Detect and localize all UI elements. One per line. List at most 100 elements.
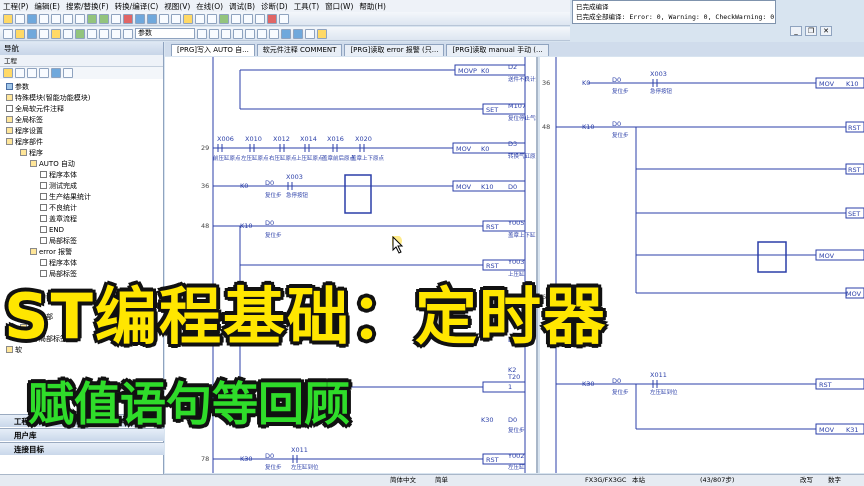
ladder-hline-icon[interactable] bbox=[257, 28, 267, 39]
ladder-editor-right[interactable]: 36 K0 D0 复位步 X003 急停按钮 MOV K10 48 K10 D0… bbox=[540, 57, 864, 473]
tree-item[interactable]: 程序 bbox=[20, 148, 43, 158]
read-plc-icon[interactable] bbox=[147, 13, 157, 24]
monitor-stop-icon[interactable] bbox=[171, 13, 181, 24]
tab-device-comment[interactable]: 软元件注释 COMMENT bbox=[256, 44, 343, 56]
output-line-1: 已完成编译 bbox=[576, 3, 609, 11]
nav-sort-icon[interactable] bbox=[39, 68, 49, 78]
ladder-op-icon[interactable] bbox=[317, 28, 327, 39]
menu-project[interactable]: 工程(P) bbox=[3, 1, 28, 12]
menu-online[interactable]: 在线(O) bbox=[196, 1, 223, 12]
list-view-icon[interactable] bbox=[63, 28, 73, 39]
tree-item[interactable]: error 报警 bbox=[30, 247, 72, 257]
cursor-icon[interactable] bbox=[3, 28, 13, 39]
menu-debug[interactable]: 调试(B) bbox=[229, 1, 255, 12]
menu-convert-compile[interactable]: 转换/编译(C) bbox=[115, 1, 159, 12]
coil-icon[interactable] bbox=[111, 28, 121, 39]
chevron-down-icon[interactable] bbox=[197, 28, 207, 39]
toolbar-main bbox=[0, 12, 570, 26]
menu-help[interactable]: 帮助(H) bbox=[359, 1, 386, 12]
step-36: 36 bbox=[201, 182, 209, 190]
line-icon[interactable] bbox=[123, 28, 133, 39]
tab-error-read[interactable]: [PRG]读取 error 报警 (只... bbox=[344, 44, 445, 56]
print-icon[interactable] bbox=[39, 13, 49, 24]
menu-diagnostics[interactable]: 诊断(D) bbox=[261, 1, 288, 12]
paste-icon[interactable] bbox=[75, 13, 85, 24]
label-icon[interactable] bbox=[51, 28, 61, 39]
view-select[interactable]: 参数 bbox=[135, 28, 195, 39]
tree-item[interactable]: 程序本体 bbox=[40, 170, 77, 180]
zoom-icon[interactable] bbox=[195, 13, 205, 24]
stop-icon[interactable] bbox=[267, 13, 277, 24]
tree-item[interactable]: END bbox=[40, 225, 64, 235]
ladder-rising-icon[interactable] bbox=[281, 28, 291, 39]
ladder-nc-icon[interactable] bbox=[221, 28, 231, 39]
tree-item[interactable]: 生产结果统计 bbox=[40, 192, 91, 202]
tree-item[interactable]: 程序设置 bbox=[6, 126, 43, 136]
ladder-vline-icon[interactable] bbox=[269, 28, 279, 39]
tree-item[interactable]: 盖章流程 bbox=[40, 214, 77, 224]
program-icon[interactable] bbox=[27, 28, 37, 39]
step-icon[interactable] bbox=[231, 13, 241, 24]
contact-icon[interactable] bbox=[99, 28, 109, 39]
save-icon[interactable] bbox=[27, 13, 37, 24]
tree-item[interactable]: 参数 bbox=[6, 82, 29, 92]
nav-tab-connection[interactable]: 连接目标 bbox=[0, 442, 164, 455]
minimize-icon[interactable]: _ bbox=[790, 26, 802, 36]
open-icon[interactable] bbox=[15, 13, 25, 24]
nav-new-icon[interactable] bbox=[3, 68, 13, 78]
tab-manual-read[interactable]: [PRG]读取 manual 手动 (... bbox=[446, 44, 549, 56]
compile-icon[interactable] bbox=[123, 13, 133, 24]
menu-edit[interactable]: 编辑(E) bbox=[34, 1, 60, 12]
module-icon bbox=[6, 94, 13, 101]
cut-icon[interactable] bbox=[51, 13, 61, 24]
restore-icon[interactable]: ❐ bbox=[805, 26, 817, 36]
ladder-invert-icon[interactable] bbox=[305, 28, 315, 39]
tree-item[interactable]: AUTO 自动 bbox=[30, 159, 75, 169]
ladder-coil-icon[interactable] bbox=[233, 28, 243, 39]
tab-auto-write[interactable]: [PRG]写入 AUTO 自... bbox=[171, 44, 255, 56]
nav-filter-icon[interactable] bbox=[51, 68, 61, 78]
folder-icon[interactable] bbox=[15, 28, 25, 39]
tree-item[interactable]: 测试完成 bbox=[40, 181, 77, 191]
tree-item[interactable]: 特殊模块(智能功能模块) bbox=[6, 93, 90, 103]
ladder-func-icon[interactable] bbox=[245, 28, 255, 39]
run-icon[interactable] bbox=[219, 13, 229, 24]
monitor-icon[interactable] bbox=[159, 13, 169, 24]
device-icon[interactable] bbox=[183, 13, 193, 24]
menu-window[interactable]: 窗口(W) bbox=[325, 1, 353, 12]
ladder-contact-icon[interactable] bbox=[209, 28, 219, 39]
write-plc-icon[interactable] bbox=[135, 13, 145, 24]
tree-item[interactable]: 程序部件 bbox=[6, 137, 43, 147]
tree-item[interactable]: 局部标签 bbox=[40, 236, 77, 246]
redo-icon[interactable] bbox=[99, 13, 109, 24]
window-icon[interactable] bbox=[279, 13, 289, 24]
comment-1: 送件不良计数 bbox=[508, 75, 538, 83]
search-icon[interactable] bbox=[111, 13, 121, 24]
contact-x014: X014 bbox=[300, 135, 317, 143]
grid-icon[interactable] bbox=[207, 13, 217, 24]
menu-view[interactable]: 视图(V) bbox=[164, 1, 190, 12]
tree-item[interactable]: 全局软元件注释 bbox=[6, 104, 64, 114]
folder-icon bbox=[30, 248, 37, 255]
nav-list-icon[interactable] bbox=[27, 68, 37, 78]
copy-icon[interactable] bbox=[63, 13, 73, 24]
tree-item[interactable]: 全局标签 bbox=[6, 115, 43, 125]
menu-tools[interactable]: 工具(T) bbox=[294, 1, 319, 12]
instr-set: SET bbox=[486, 106, 498, 114]
close-icon[interactable]: ✕ bbox=[820, 26, 832, 36]
tree-item[interactable]: 不良统计 bbox=[40, 203, 77, 213]
filter-icon[interactable] bbox=[87, 28, 97, 39]
nav-props-icon[interactable] bbox=[63, 68, 73, 78]
nav-open-icon[interactable] bbox=[15, 68, 25, 78]
table-icon[interactable] bbox=[39, 28, 49, 39]
operand-d0-r36: D0 bbox=[612, 76, 621, 84]
operand-d3: D3 bbox=[508, 140, 517, 148]
check-icon[interactable] bbox=[75, 28, 85, 39]
menu-search-replace[interactable]: 搜索/替换(F) bbox=[66, 1, 109, 12]
list-icon[interactable] bbox=[243, 13, 253, 24]
comment-icon[interactable] bbox=[255, 13, 265, 24]
ladder-falling-icon[interactable] bbox=[293, 28, 303, 39]
new-project-icon[interactable] bbox=[3, 13, 13, 24]
operand-m107: M107 bbox=[508, 102, 526, 110]
undo-icon[interactable] bbox=[87, 13, 97, 24]
